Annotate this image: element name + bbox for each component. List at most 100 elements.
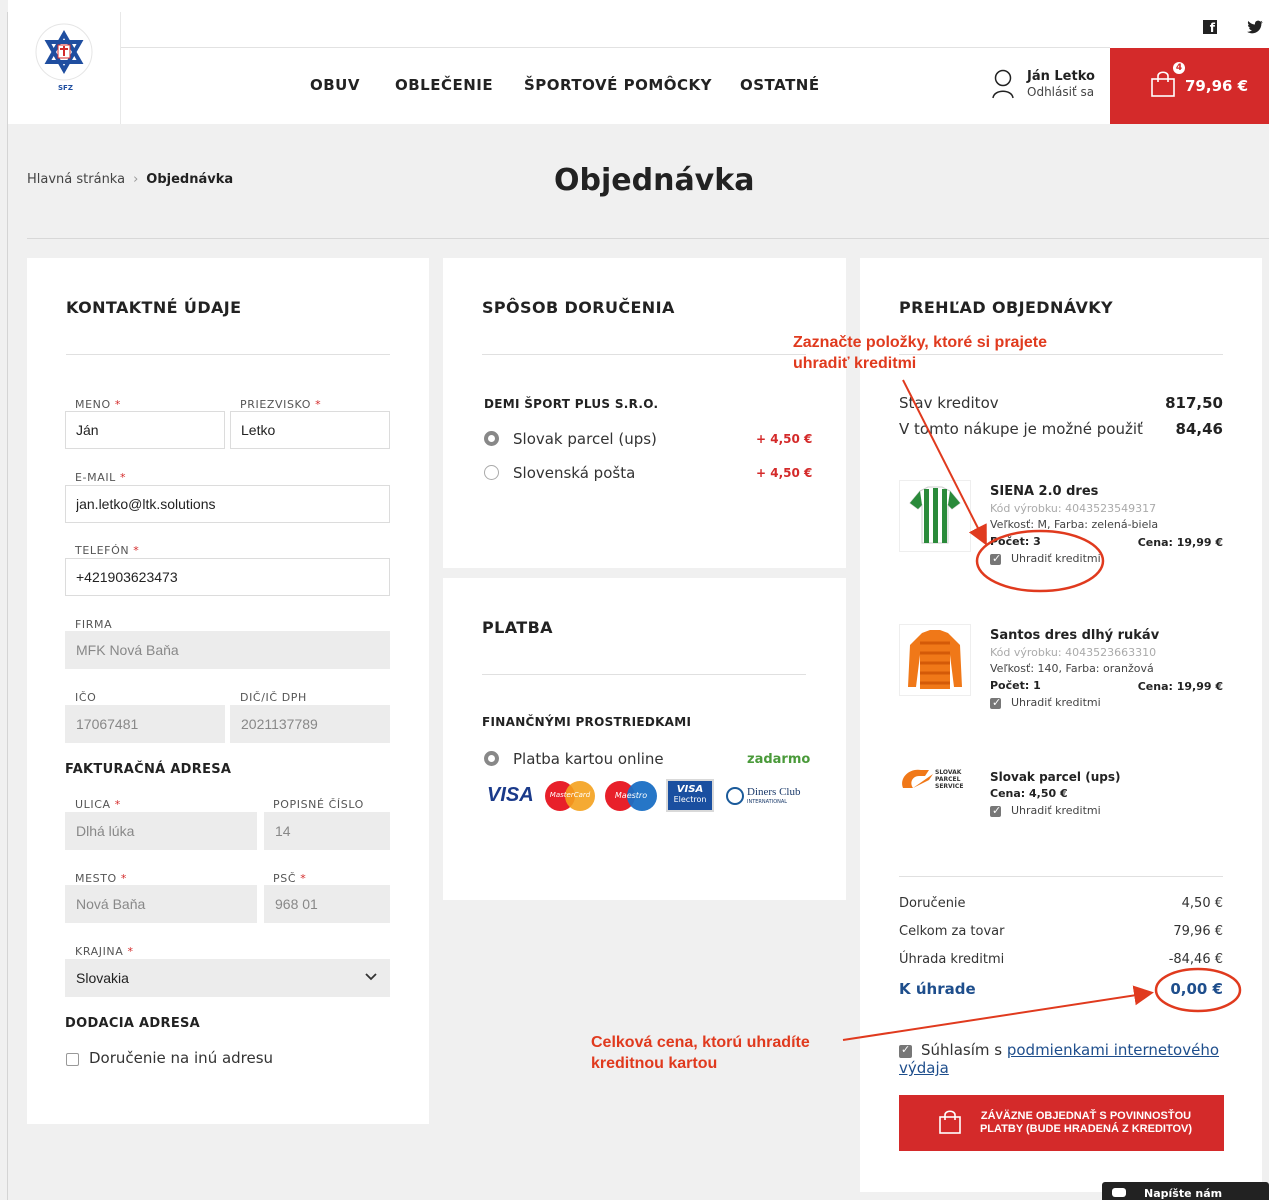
amount-due-value: 0,00 € [1170, 980, 1223, 998]
pay-credits-checkbox-siena[interactable] [990, 552, 1001, 565]
email-input[interactable] [65, 485, 390, 523]
street-label: ULICA * [75, 798, 121, 811]
company-input[interactable] [65, 631, 390, 669]
product-variant-siena: Veľkosť: M, Farba: zelená-biela [990, 518, 1159, 531]
last-name-label: PRIEZVISKO * [240, 398, 322, 411]
breadcrumb-current: Objednávka [146, 172, 234, 187]
shipping-option-posta-label: Slovenská pošta [513, 464, 636, 482]
payment-title: PLATBA [482, 618, 553, 637]
totals-divider [899, 876, 1223, 877]
delivery-total-label: Doručenie [899, 896, 966, 911]
logo-abbr: SFZ [58, 84, 73, 92]
facebook-icon[interactable]: f [1203, 20, 1217, 35]
payment-card-price: zadarmo [747, 752, 811, 767]
ico-input[interactable] [65, 705, 225, 743]
pay-credits-checkbox-shipping[interactable] [990, 804, 1001, 817]
zip-input[interactable] [264, 885, 390, 923]
product-qty-siena: Počet: 3 [990, 535, 1041, 548]
chat-label: Napíšte nám [1144, 1187, 1223, 1200]
usable-credit-label: V tomto nákupe je možné použiť [899, 420, 1143, 438]
last-name-input[interactable] [230, 411, 390, 449]
goods-total-label: Celkom za tovar [899, 924, 1005, 939]
city-input[interactable] [65, 885, 257, 923]
header-divider [121, 47, 1110, 48]
amount-due-label: K úhrade [899, 980, 976, 998]
chevron-down-icon [365, 973, 377, 981]
user-name[interactable]: Ján Letko [1027, 69, 1095, 84]
goods-total-value: 79,96 € [1173, 924, 1223, 939]
product-name-siena[interactable]: SIENA 2.0 dres [990, 484, 1098, 499]
credit-payment-value: -84,46 € [1168, 952, 1223, 967]
product-price-santos: Cena: 19,99 € [1137, 680, 1223, 693]
shipping-divider [482, 354, 806, 355]
dic-input[interactable] [230, 705, 390, 743]
title-divider [27, 238, 1269, 239]
cart-icon [1151, 71, 1175, 97]
phone-label: TELEFÓN * [75, 544, 140, 557]
payment-card: PLATBA FINANČNÝMI PROSTRIEDKAMI Platba k… [443, 578, 846, 900]
product-price-siena: Cena: 19,99 € [1137, 536, 1223, 549]
pay-credits-label-siena: Uhradiť kreditmi [1011, 552, 1101, 565]
shipping-option-radio-posta[interactable] [484, 465, 499, 480]
country-select[interactable]: Slovakia [65, 959, 390, 997]
shipping-title: SPÔSOB DORUČENIA [482, 298, 675, 317]
street-input[interactable] [65, 812, 257, 850]
shipping-option-ups-label: Slovak parcel (ups) [513, 430, 657, 448]
annotation-select-items: Zaznačte položky, ktoré si prajete uhrad… [793, 334, 1048, 372]
contact-divider [66, 354, 390, 355]
cart-total: 79,96 € [1185, 77, 1249, 95]
left-border [7, 12, 8, 1200]
product-variant-santos: Veľkosť: 140, Farba: oranžová [990, 662, 1154, 675]
shipping-card: SPÔSOB DORUČENIA DEMI ŠPORT PLUS S.R.O. … [443, 258, 846, 568]
house-number-label: POPISNÉ ČÍSLO [273, 798, 364, 811]
shipping-option-radio-ups[interactable] [484, 431, 499, 446]
diners-club-logo: Diners Club INTERNATIONAL [726, 785, 806, 809]
zip-label: PSČ * [273, 872, 307, 885]
annotation-total-price: Celková cena, ktorú uhradíte kreditnou k… [591, 1034, 810, 1072]
pay-credits-checkbox-santos[interactable] [990, 696, 1001, 709]
product-name-santos[interactable]: Santos dres dlhý rukáv [990, 628, 1159, 643]
summary-title: PREHĽAD OBJEDNÁVKY [899, 298, 1114, 317]
dic-label: DIČ/IČ DPH [240, 691, 307, 704]
shipping-item-name: Slovak parcel (ups) [990, 770, 1121, 784]
breadcrumb-home[interactable]: Hlavná stránka [27, 172, 125, 187]
cart-button[interactable]: 4 79,96 € [1110, 48, 1269, 124]
nav-item-sportove-pomocky[interactable]: ŠPORTOVÉ POMÔCKY [524, 76, 712, 94]
maestro-logo: Maestro [605, 781, 657, 811]
logout-link[interactable]: Odhlásiť sa [1027, 85, 1094, 99]
other-address-label: Doručenie na inú adresu [89, 1049, 274, 1067]
bag-icon [939, 1110, 961, 1134]
twitter-icon[interactable] [1247, 20, 1263, 34]
logo[interactable]: SFZ [8, 12, 121, 124]
mastercard-logo: MasterCard [545, 781, 595, 811]
cart-count-badge: 4 [1173, 62, 1185, 74]
contact-title: KONTAKTNÉ ÚDAJE [66, 298, 242, 317]
country-value: Slovakia [76, 970, 129, 986]
country-label: KRAJINA * [75, 945, 134, 958]
payment-card-radio[interactable] [484, 751, 499, 766]
visa-electron-logo: VISA Electron [666, 779, 714, 812]
nav-item-ostatne[interactable]: OSTATNÉ [740, 76, 820, 94]
shipping-option-ups-price: + 4,50 € [756, 432, 813, 446]
payment-card-label: Platba kartou online [513, 750, 664, 768]
product-image-santos [899, 624, 971, 696]
slovak-parcel-service-logo: SLOVAK PARCEL SERVICE [899, 766, 971, 794]
page-title: Objednávka [554, 163, 755, 198]
nav-item-oblecenie[interactable]: OBLEČENIE [395, 76, 493, 94]
usable-credit-value: 84,46 [1175, 420, 1223, 438]
nav-item-obuv[interactable]: OBUV [310, 76, 360, 94]
product-code-santos: Kód výrobku: 4043523663310 [990, 646, 1157, 659]
house-number-input[interactable] [264, 812, 390, 850]
first-name-input[interactable] [65, 411, 225, 449]
credit-payment-label: Úhrada kreditmi [899, 952, 1005, 967]
phone-input[interactable] [65, 558, 390, 596]
payment-group: FINANČNÝMI PROSTRIEDKAMI [482, 715, 692, 729]
contact-card: KONTAKTNÉ ÚDAJE MENO * PRIEZVISKO * E-MA… [27, 258, 429, 1124]
user-icon[interactable] [991, 69, 1015, 99]
chat-widget-button[interactable]: Napíšte nám [1102, 1182, 1269, 1200]
shipping-option-posta-price: + 4,50 € [756, 466, 813, 480]
company-label: FIRMA [75, 618, 113, 631]
first-name-label: MENO * [75, 398, 121, 411]
place-order-button[interactable]: ZÁVÄZNE OBJEDNAŤ S POVINNOSŤOU PLATBY (B… [899, 1095, 1224, 1151]
other-address-checkbox[interactable] [66, 1053, 79, 1066]
